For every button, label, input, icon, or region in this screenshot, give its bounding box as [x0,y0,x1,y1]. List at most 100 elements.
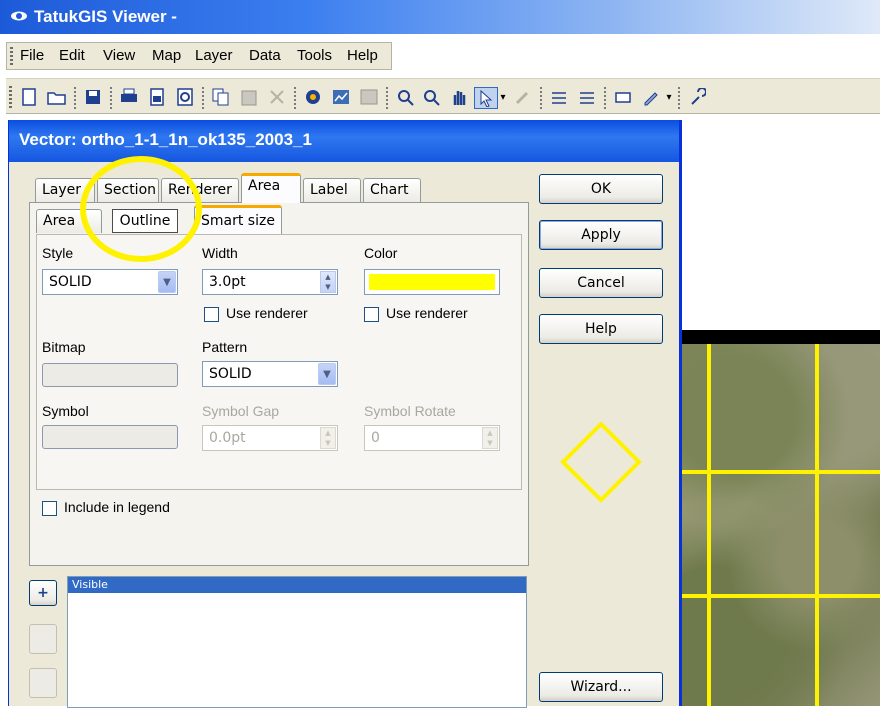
include-in-legend-checkbox[interactable] [42,501,57,516]
style-select[interactable]: SOLID ▼ [42,269,178,295]
open-icon[interactable] [46,87,68,107]
toolbar-separator [678,87,680,109]
menu-help[interactable]: Help [347,47,378,64]
map-grid-line [675,594,880,598]
style-label: Style [42,245,74,261]
menu-map[interactable]: Map [152,47,181,64]
tab-chart[interactable]: Chart [363,178,421,202]
symbol-rotate-stepper[interactable]: 0 ▲ ▼ [364,425,500,451]
bitmap-label: Bitmap [42,339,86,355]
use-renderer-width-checkbox[interactable] [204,307,219,322]
legend-icon[interactable] [548,87,570,107]
chevron-down-icon[interactable]: ▼ [158,271,176,293]
dropdown-icon[interactable]: ▾ [498,87,508,107]
help-button[interactable]: Help [539,314,663,344]
symbol-rotate-label: Symbol Rotate [364,403,456,419]
include-in-legend-label: Include in legend [64,499,170,515]
symbol-gap-value: 0.0pt [209,430,246,446]
map-grid-line [707,344,711,706]
color-picker[interactable] [364,269,500,295]
outline-preview-diamond [560,421,642,503]
menu-view[interactable]: View [103,47,135,64]
color-label: Color [364,245,398,261]
tab-area[interactable]: Area [241,173,301,203]
map-view[interactable] [675,330,880,706]
ok-button[interactable]: OK [539,174,663,204]
app-title-bar: TatukGIS Viewer - [0,0,880,34]
section-list[interactable]: Visible [67,576,527,708]
toolbar-separator [386,87,388,109]
spin-arrows-icon[interactable]: ▲ ▼ [320,271,336,293]
select-icon[interactable] [474,87,498,109]
zoom-icon[interactable] [420,87,442,107]
cancel-button[interactable]: Cancel [539,268,663,298]
symbol-label: Symbol [42,403,89,419]
style-value: SOLID [49,274,92,290]
spin-arrows-icon[interactable]: ▲ ▼ [482,427,498,449]
menu-data[interactable]: Data [249,47,281,64]
pattern-value: SOLID [209,366,252,382]
pan-icon[interactable] [448,87,470,107]
menu-grip[interactable] [10,47,13,65]
apply-button[interactable]: Apply [539,220,663,250]
map-icon[interactable] [330,87,352,107]
menu-tools[interactable]: Tools [297,47,332,64]
toolbar-separator [202,87,204,109]
dropdown2-icon[interactable]: ▾ [664,87,674,107]
toolbar-panel: ▾ ▾ [6,78,880,114]
print-icon[interactable] [118,87,140,107]
list-action-button[interactable] [29,624,57,654]
tool-icon[interactable] [686,87,708,107]
map-grid-line [815,344,819,706]
menu-layer[interactable]: Layer [195,47,233,64]
symbol-gap-label: Symbol Gap [202,403,280,419]
use-renderer-width-label: Use renderer [226,305,308,321]
toolbar-grip[interactable] [9,86,12,108]
list-action-button[interactable] [29,668,57,698]
pattern-select[interactable]: SOLID ▼ [202,361,338,387]
raster-icon[interactable] [358,87,380,107]
width-value: 3.0pt [209,274,246,290]
new-icon[interactable] [18,87,40,107]
toolbar-separator [74,87,76,109]
width-stepper[interactable]: 3.0pt ▲ ▼ [202,269,338,295]
subtab-smart-size[interactable]: Smart size [194,205,282,235]
map-grid-line [675,470,880,474]
add-button[interactable]: + [29,580,57,606]
chevron-down-icon[interactable]: ▼ [318,363,336,385]
copy-icon[interactable] [210,87,232,107]
pencil-icon[interactable] [640,87,662,107]
use-renderer-color-checkbox[interactable] [364,307,379,322]
toolbar: ▾ ▾ [0,72,880,120]
symbol-button[interactable] [42,425,178,449]
print-preview-icon[interactable] [146,87,168,107]
symbol-gap-stepper[interactable]: 0.0pt ▲ ▼ [202,425,338,451]
color-swatch [369,274,495,290]
menu-file[interactable]: File [20,47,44,64]
wizard-button[interactable]: Wizard... [539,672,663,702]
menu-edit[interactable]: Edit [59,47,85,64]
pattern-label: Pattern [202,339,248,355]
bitmap-button[interactable] [42,363,178,387]
edit-icon[interactable] [512,87,534,107]
menu-bar: File Edit View Map Layer Data Tools Help [0,34,880,72]
highlight-circle [80,156,202,262]
zoom-in-icon[interactable] [394,87,416,107]
spin-arrows-icon[interactable]: ▲ ▼ [320,427,336,449]
paste-icon[interactable] [238,87,260,107]
toolbar-separator [294,87,296,109]
width-label: Width [202,245,238,261]
export-icon[interactable] [174,87,196,107]
menu-bar-panel: File Edit View Map Layer Data Tools Help [6,42,392,70]
list-item[interactable]: Visible [68,577,526,593]
legend2-icon[interactable] [576,87,598,107]
attribute-icon[interactable] [612,87,634,107]
layers-icon[interactable] [302,87,324,107]
app-logo-icon [11,11,27,21]
toolbar-separator [604,87,606,109]
dialog-title: Vector: ortho_1-1_1n_ok135_2003_1 [19,130,312,149]
tab-label[interactable]: Label [303,178,361,202]
toolbar-separator [110,87,112,109]
cut-icon[interactable] [266,87,288,107]
save-icon[interactable] [82,87,104,107]
